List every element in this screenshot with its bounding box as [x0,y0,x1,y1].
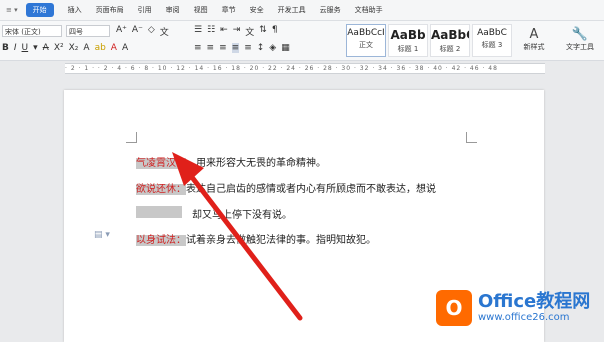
office-logo-icon: O [436,290,472,326]
watermark-title: Office教程网 [478,291,591,312]
arrow-shaft [185,169,303,321]
watermark: O Office教程网 www.office26.com [436,290,590,326]
watermark-text: Office教程网 www.office26.com [478,292,590,324]
arrow-head [172,152,204,186]
watermark-url: www.office26.com [478,312,570,323]
